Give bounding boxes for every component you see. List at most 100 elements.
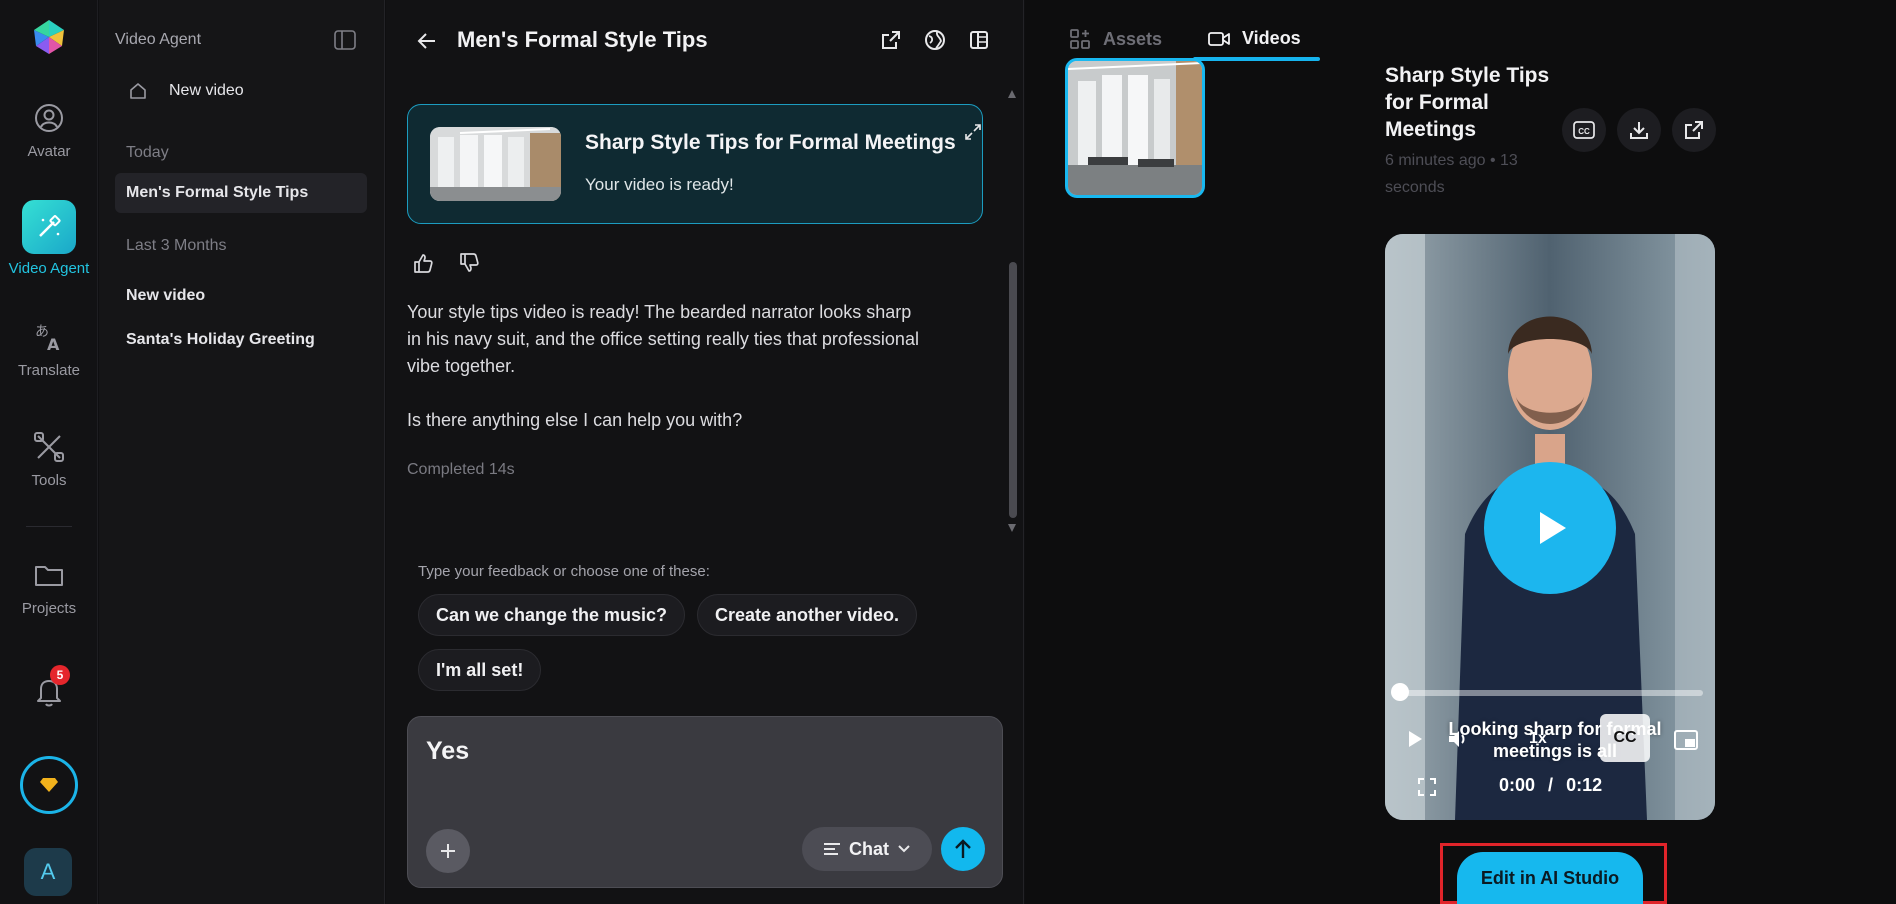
chat-header: Men's Formal Style Tips	[386, 0, 1024, 80]
svg-text:A: A	[47, 335, 60, 354]
chevron-down-icon	[898, 845, 910, 853]
sidebar-title: Video Agent	[115, 31, 202, 48]
time-separator: /	[1548, 775, 1554, 795]
lines-icon	[824, 843, 840, 855]
fullscreen-icon[interactable]	[1418, 778, 1436, 796]
rail-divider	[26, 526, 72, 527]
card-title: Sharp Style Tips for Formal Meetings	[585, 131, 956, 154]
rail-label: Avatar	[27, 143, 71, 160]
mode-selector[interactable]: Chat	[802, 827, 932, 871]
svg-text:CC: CC	[1578, 127, 1590, 136]
rail-label: Tools	[31, 472, 67, 489]
suggestion-change-music[interactable]: Can we change the music?	[418, 594, 686, 636]
rail-label: Projects	[21, 600, 77, 617]
video-ready-card[interactable]: Sharp Style Tips for Formal Meetings You…	[407, 104, 983, 224]
seek-bar[interactable]	[1397, 690, 1703, 696]
upgrade-button[interactable]	[20, 756, 78, 814]
tab-videos[interactable]: Videos	[1208, 28, 1301, 49]
thumbs-down-icon[interactable]	[458, 252, 480, 274]
chat-title: Men's Formal Style Tips	[457, 27, 708, 52]
chat-scrollbar-thumb[interactable]	[1009, 262, 1017, 518]
volume-icon[interactable]	[1447, 728, 1469, 750]
rail-label: Video Agent	[8, 260, 90, 277]
new-video-label: New video	[169, 82, 244, 99]
expand-icon[interactable]	[964, 123, 982, 141]
video-meta: 6 minutes ago • 13 seconds	[1385, 152, 1518, 196]
back-arrow-icon[interactable]	[416, 30, 438, 52]
share-icon	[1685, 121, 1703, 139]
globe-icon[interactable]	[924, 29, 946, 51]
time-display: 0:00 / 0:12	[1499, 775, 1602, 796]
suggestion-create-another[interactable]: Create another video.	[697, 594, 918, 636]
play-button-large[interactable]	[1484, 462, 1616, 594]
suggestion-all-set[interactable]: I'm all set!	[418, 649, 542, 691]
history-item-new-video[interactable]: New video	[115, 276, 367, 316]
cc-icon: CC	[1573, 121, 1595, 139]
tab-assets[interactable]: Assets	[1069, 28, 1162, 50]
sidebar-toggle-icon[interactable]	[334, 30, 356, 50]
translate-icon: あA	[35, 324, 60, 354]
rail-label: Translate	[18, 362, 80, 379]
folder-icon	[35, 566, 63, 586]
layout-icon[interactable]	[968, 29, 990, 51]
duration: 0:12	[1566, 775, 1603, 795]
rail-tools[interactable]: Tools	[0, 430, 98, 489]
assistant-message: Your style tips video is ready! The bear…	[407, 302, 919, 376]
mode-label: Chat	[849, 838, 889, 859]
picture-in-picture-icon[interactable]	[1674, 730, 1698, 750]
send-button[interactable]	[941, 827, 985, 871]
message-input[interactable]: Yes	[426, 737, 469, 766]
arrow-up-icon	[955, 839, 971, 858]
playback-speed[interactable]: 1x	[1529, 730, 1547, 748]
feedback-hint: Type your feedback or choose one of thes…	[418, 563, 710, 580]
assets-videos-pane: Assets Videos Sharp Style Tips for Forma…	[1025, 0, 1896, 904]
chat-pane: Men's Formal Style Tips Sharp Style Tips…	[386, 0, 1024, 904]
thumbs-up-icon[interactable]	[412, 252, 434, 274]
tab-assets-label: Assets	[1103, 28, 1163, 49]
assistant-followup: Is there anything else I can help you wi…	[407, 410, 743, 430]
plus-icon	[441, 844, 455, 858]
new-video-button[interactable]: New video	[129, 82, 244, 100]
rail-avatar[interactable]: Avatar	[0, 101, 98, 160]
user-avatar[interactable]: A	[24, 848, 72, 896]
card-subtitle: Your video is ready!	[585, 175, 734, 194]
tab-videos-label: Videos	[1242, 28, 1301, 48]
message-composer[interactable]: Yes Chat	[407, 716, 1003, 888]
edit-in-ai-studio-button[interactable]: Edit in AI Studio	[1457, 852, 1643, 904]
download-icon	[1630, 122, 1648, 139]
notification-badge: 5	[50, 665, 70, 685]
external-link-icon[interactable]	[880, 29, 902, 51]
tools-icon	[34, 432, 64, 462]
history-item-santas-holiday-greeting[interactable]: Santa's Holiday Greeting	[115, 320, 367, 360]
current-time: 0:00	[1499, 775, 1536, 795]
video-camera-icon	[1208, 31, 1230, 46]
play-small-icon[interactable]	[1407, 730, 1423, 748]
group-label-last-3-months: Last 3 Months	[126, 237, 227, 254]
share-button[interactable]	[1672, 108, 1716, 152]
group-label-today: Today	[126, 144, 169, 161]
video-thumbnail	[430, 127, 561, 201]
rail-projects[interactable]: Projects	[0, 558, 98, 617]
history-item-mens-formal-style-tips[interactable]: Men's Formal Style Tips	[115, 173, 367, 213]
magic-wand-icon	[22, 200, 76, 254]
video-title: Sharp Style Tips for Formal Meetings	[1385, 64, 1550, 141]
app-logo[interactable]	[30, 18, 68, 56]
captions-button[interactable]: CC	[1562, 108, 1606, 152]
selected-video-thumbnail[interactable]	[1065, 58, 1205, 198]
tab-bar: Assets Videos	[1025, 0, 1896, 62]
captions-toggle[interactable]: CC	[1600, 714, 1650, 762]
history-sidebar: Video Agent New video Today Men's Formal…	[99, 0, 385, 904]
attach-button[interactable]	[426, 829, 470, 873]
diamond-icon	[40, 778, 58, 792]
home-icon	[130, 83, 146, 99]
assets-icon	[1070, 29, 1090, 49]
video-player[interactable]: Looking sharp for formal meetings is all…	[1385, 234, 1715, 820]
seek-handle[interactable]	[1391, 683, 1409, 701]
active-tab-indicator	[1193, 57, 1320, 61]
left-rail: Avatar Video Agent あA Translate Tools Pr…	[0, 0, 98, 904]
avatar-icon	[35, 104, 63, 132]
rail-video-agent[interactable]: Video Agent	[0, 200, 98, 277]
download-button[interactable]	[1617, 108, 1661, 152]
completed-status: Completed 14s	[407, 461, 515, 478]
rail-translate[interactable]: あA Translate	[0, 320, 98, 379]
